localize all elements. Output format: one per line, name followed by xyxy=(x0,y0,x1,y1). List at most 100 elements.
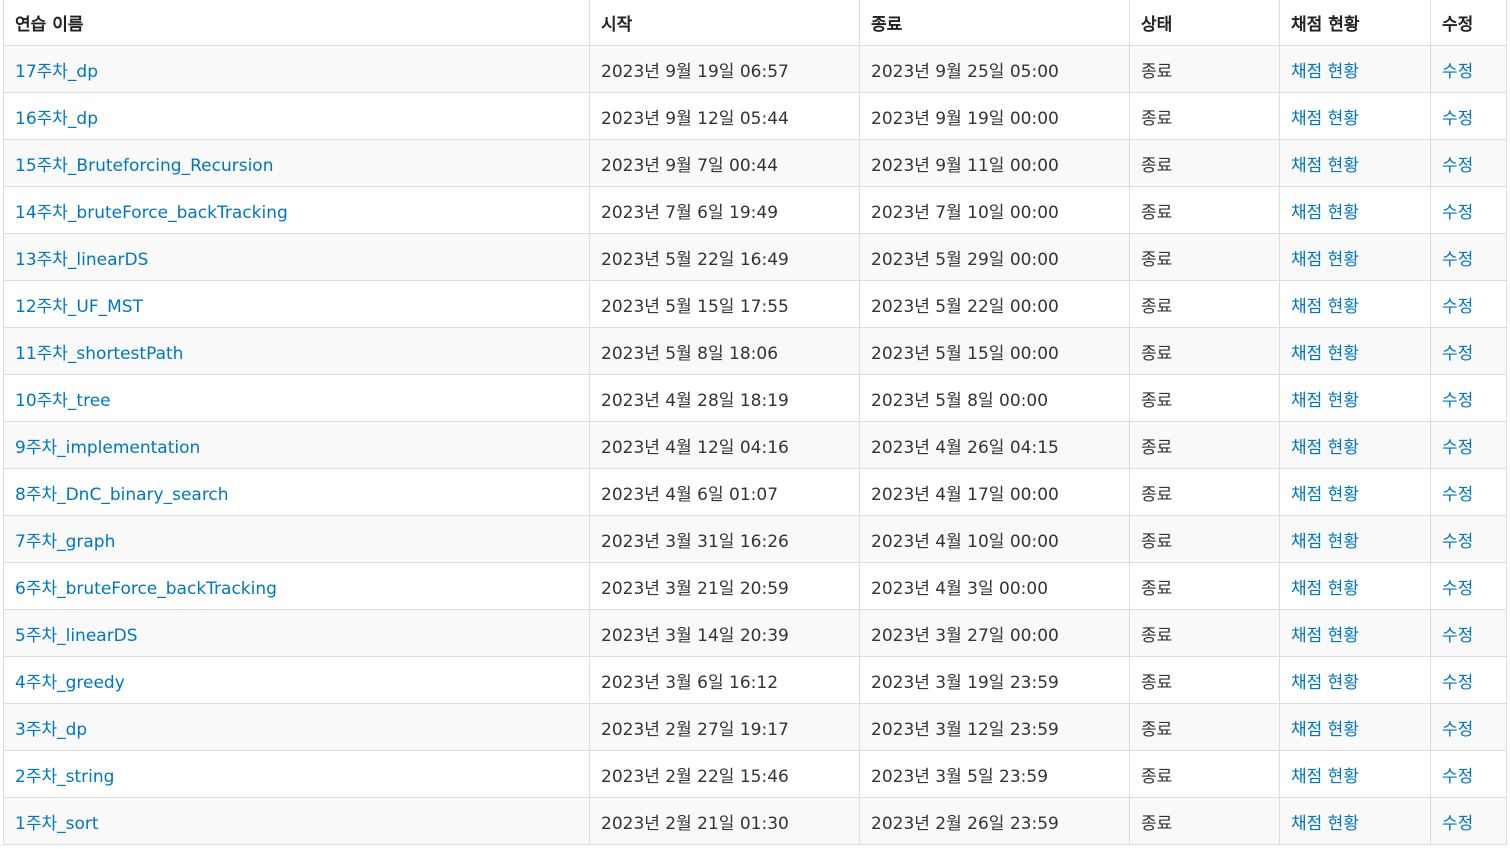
edit-cell: 수정 xyxy=(1430,327,1507,375)
table-row: 1주차_sort 2023년 2월 21일 01:30 2023년 2월 26일 2… xyxy=(3,797,1507,845)
start-time-cell: 2023년 7월 6일 19:49 xyxy=(589,186,860,234)
grading-status-link[interactable]: 채점 현황 xyxy=(1291,438,1359,458)
end-time-cell: 2023년 3월 19일 23:59 xyxy=(859,656,1130,704)
grading-status-link[interactable]: 채점 현황 xyxy=(1291,344,1359,364)
practice-name-link[interactable]: 3주차_dp xyxy=(15,720,87,740)
practice-name-link[interactable]: 13주차_linearDS xyxy=(15,250,148,270)
status-cell: 종료 xyxy=(1129,703,1280,751)
practice-name-link[interactable]: 16주차_dp xyxy=(15,109,98,129)
practice-name-link[interactable]: 12주차_UF_MST xyxy=(15,297,143,317)
end-time-cell: 2023년 4월 17일 00:00 xyxy=(859,468,1130,516)
start-time-cell: 2023년 5월 15일 17:55 xyxy=(589,280,860,328)
edit-link[interactable]: 수정 xyxy=(1442,720,1473,740)
practice-name-link[interactable]: 8주차_DnC_binary_search xyxy=(15,485,229,505)
end-time-cell: 2023년 7월 10일 00:00 xyxy=(859,186,1130,234)
practice-name-link[interactable]: 2주차_string xyxy=(15,767,114,787)
practice-name-link[interactable]: 5주차_linearDS xyxy=(15,626,138,646)
grading-status-link[interactable]: 채점 현황 xyxy=(1291,62,1359,82)
grading-status-cell: 채점 현황 xyxy=(1279,186,1431,234)
edit-link[interactable]: 수정 xyxy=(1442,156,1473,176)
practice-name-cell: 12주차_UF_MST xyxy=(3,280,590,328)
start-time-cell: 2023년 2월 21일 01:30 xyxy=(589,797,860,845)
grading-status-cell: 채점 현황 xyxy=(1279,92,1431,140)
edit-cell: 수정 xyxy=(1430,797,1507,845)
edit-link[interactable]: 수정 xyxy=(1442,344,1473,364)
grading-status-link[interactable]: 채점 현황 xyxy=(1291,579,1359,599)
edit-cell: 수정 xyxy=(1430,186,1507,234)
grading-status-cell: 채점 현황 xyxy=(1279,797,1431,845)
edit-cell: 수정 xyxy=(1430,656,1507,704)
practice-name-link[interactable]: 14주차_bruteForce_backTracking xyxy=(15,203,288,223)
status-cell: 종료 xyxy=(1129,374,1280,422)
practice-name-link[interactable]: 6주차_bruteForce_backTracking xyxy=(15,579,277,599)
start-time-cell: 2023년 3월 31일 16:26 xyxy=(589,515,860,563)
grading-status-link[interactable]: 채점 현황 xyxy=(1291,109,1359,129)
practice-name-cell: 14주차_bruteForce_backTracking xyxy=(3,186,590,234)
edit-link[interactable]: 수정 xyxy=(1442,626,1473,646)
grading-status-cell: 채점 현황 xyxy=(1279,139,1431,187)
edit-cell: 수정 xyxy=(1430,468,1507,516)
table-row: 4주차_greedy 2023년 3월 6일 16:12 2023년 3월 19일 … xyxy=(3,656,1507,704)
practice-name-link[interactable]: 9주차_implementation xyxy=(15,438,200,458)
practice-name-cell: 7주차_graph xyxy=(3,515,590,563)
edit-cell: 수정 xyxy=(1430,280,1507,328)
end-time-cell: 2023년 2월 26일 23:59 xyxy=(859,797,1130,845)
grading-status-link[interactable]: 채점 현황 xyxy=(1291,814,1359,834)
status-cell: 종료 xyxy=(1129,233,1280,281)
status-cell: 종료 xyxy=(1129,92,1280,140)
grading-status-link[interactable]: 채점 현황 xyxy=(1291,156,1359,176)
start-time-cell: 2023년 9월 12일 05:44 xyxy=(589,92,860,140)
grading-status-link[interactable]: 채점 현황 xyxy=(1291,250,1359,270)
grading-status-link[interactable]: 채점 현황 xyxy=(1291,626,1359,646)
grading-status-link[interactable]: 채점 현황 xyxy=(1291,532,1359,552)
edit-link[interactable]: 수정 xyxy=(1442,297,1473,317)
edit-link[interactable]: 수정 xyxy=(1442,438,1473,458)
grading-status-cell: 채점 현황 xyxy=(1279,327,1431,375)
grading-status-link[interactable]: 채점 현황 xyxy=(1291,720,1359,740)
edit-link[interactable]: 수정 xyxy=(1442,203,1473,223)
status-cell: 종료 xyxy=(1129,656,1280,704)
edit-link[interactable]: 수정 xyxy=(1442,767,1473,787)
header-practice-name: 연습 이름 xyxy=(3,0,590,46)
edit-cell: 수정 xyxy=(1430,562,1507,610)
table-row: 7주차_graph 2023년 3월 31일 16:26 2023년 4월 10일 … xyxy=(3,515,1507,563)
header-edit: 수정 xyxy=(1430,0,1507,46)
practice-name-cell: 3주차_dp xyxy=(3,703,590,751)
grading-status-link[interactable]: 채점 현황 xyxy=(1291,297,1359,317)
grading-status-link[interactable]: 채점 현황 xyxy=(1291,485,1359,505)
grading-status-cell: 채점 현황 xyxy=(1279,468,1431,516)
status-cell: 종료 xyxy=(1129,186,1280,234)
practice-name-link[interactable]: 7주차_graph xyxy=(15,532,115,552)
table-row: 5주차_linearDS 2023년 3월 14일 20:39 2023년 3월 2… xyxy=(3,609,1507,657)
edit-link[interactable]: 수정 xyxy=(1442,532,1473,552)
edit-link[interactable]: 수정 xyxy=(1442,391,1473,411)
end-time-cell: 2023년 3월 5일 23:59 xyxy=(859,750,1130,798)
practice-name-cell: 17주차_dp xyxy=(3,45,590,93)
practice-name-link[interactable]: 15주차_Bruteforcing_Recursion xyxy=(15,156,273,176)
status-cell: 종료 xyxy=(1129,45,1280,93)
practice-name-link[interactable]: 1주차_sort xyxy=(15,814,99,834)
grading-status-link[interactable]: 채점 현황 xyxy=(1291,391,1359,411)
practice-name-link[interactable]: 10주차_tree xyxy=(15,391,111,411)
grading-status-link[interactable]: 채점 현황 xyxy=(1291,203,1359,223)
practice-name-link[interactable]: 11주차_shortestPath xyxy=(15,344,183,364)
grading-status-cell: 채점 현황 xyxy=(1279,750,1431,798)
edit-cell: 수정 xyxy=(1430,609,1507,657)
practice-list-table: 연습 이름 시작 종료 상태 채점 현황 수정 17주차_dp 2023년 9월 … xyxy=(3,0,1507,845)
edit-link[interactable]: 수정 xyxy=(1442,673,1473,693)
practice-name-link[interactable]: 4주차_greedy xyxy=(15,673,125,693)
edit-link[interactable]: 수정 xyxy=(1442,814,1473,834)
edit-link[interactable]: 수정 xyxy=(1442,109,1473,129)
start-time-cell: 2023년 2월 22일 15:46 xyxy=(589,750,860,798)
edit-link[interactable]: 수정 xyxy=(1442,579,1473,599)
grading-status-link[interactable]: 채점 현황 xyxy=(1291,673,1359,693)
edit-link[interactable]: 수정 xyxy=(1442,62,1473,82)
table-row: 12주차_UF_MST 2023년 5월 15일 17:55 2023년 5월 22… xyxy=(3,280,1507,328)
grading-status-link[interactable]: 채점 현황 xyxy=(1291,767,1359,787)
edit-cell: 수정 xyxy=(1430,703,1507,751)
edit-link[interactable]: 수정 xyxy=(1442,485,1473,505)
edit-link[interactable]: 수정 xyxy=(1442,250,1473,270)
practice-name-link[interactable]: 17주차_dp xyxy=(15,62,98,82)
end-time-cell: 2023년 4월 10일 00:00 xyxy=(859,515,1130,563)
grading-status-cell: 채점 현황 xyxy=(1279,45,1431,93)
